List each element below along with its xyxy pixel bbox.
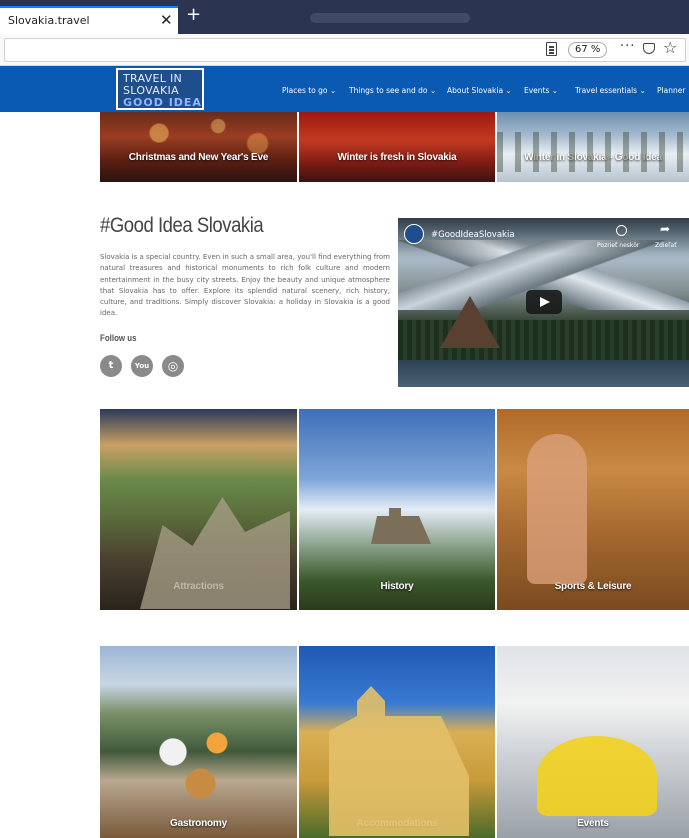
page-actions-icon[interactable]: ···: [620, 39, 635, 54]
tile-christmas[interactable]: Christmas and New Year's Eve: [100, 112, 297, 182]
blurred-tab[interactable]: [310, 13, 470, 23]
tile-label: History: [380, 581, 414, 592]
share-icon[interactable]: ➦: [660, 222, 670, 236]
nav-places-to-go[interactable]: Places to go ⌄: [282, 86, 336, 95]
instagram-icon[interactable]: ◎: [162, 355, 184, 377]
tile-accommodations[interactable]: Accommodations: [299, 646, 495, 838]
tab-title: Slovakia.travel: [8, 14, 90, 27]
nav-events[interactable]: Events ⌄: [524, 86, 558, 95]
tile-label: Attractions: [173, 581, 224, 592]
logo-line-3: GOOD IDEA: [123, 96, 202, 109]
youtube-icon[interactable]: You: [131, 355, 153, 377]
tile-label: Christmas and New Year's Eve: [128, 152, 269, 163]
tile-label: Accommodations: [356, 818, 438, 829]
video-title[interactable]: #GoodIdeaSlovakia: [431, 230, 515, 240]
tile-history[interactable]: History: [299, 409, 495, 610]
tile-winter-good-idea[interactable]: Winter in Slovakia - Good Idea: [497, 112, 689, 182]
channel-avatar[interactable]: [404, 224, 424, 244]
browser-tab[interactable]: Slovakia.travel ✕: [0, 6, 178, 34]
close-tab-icon[interactable]: ✕: [160, 11, 173, 29]
reader-view-icon[interactable]: [546, 42, 557, 56]
tile-label: Gastronomy: [170, 818, 227, 829]
nav-about-slovakia[interactable]: About Slovakia ⌄: [447, 86, 512, 95]
nav-planner[interactable]: Planner: [657, 86, 685, 95]
tile-label: Events: [577, 818, 609, 829]
watch-later-label[interactable]: Pozrieť neskôr: [597, 242, 639, 249]
intro-text: Slovakia is a special country. Even in s…: [100, 253, 390, 318]
video-lake: [398, 360, 689, 387]
video-player[interactable]: #GoodIdeaSlovakia ➦ Pozrieť neskôr Zdieľ…: [398, 218, 689, 387]
tile-winter-fresh[interactable]: Winter is fresh in Slovakia: [299, 112, 495, 182]
page-title: #Good Idea Slovakia: [100, 214, 264, 237]
new-tab-icon[interactable]: +: [186, 4, 201, 25]
play-button[interactable]: [526, 290, 562, 314]
site-logo[interactable]: TRAVEL IN SLOVAKIA GOOD IDEA: [116, 68, 204, 110]
bookmark-star-icon[interactable]: ☆: [663, 38, 677, 57]
nav-things-to-see[interactable]: Things to see and do ⌄: [349, 86, 436, 95]
tile-label: Winter is fresh in Slovakia: [337, 152, 457, 163]
video-forest: [398, 320, 689, 360]
follow-us-label: Follow us: [100, 333, 137, 343]
tile-sports-leisure[interactable]: Sports & Leisure: [497, 409, 689, 610]
nav-travel-essentials[interactable]: Travel essentials ⌄: [575, 86, 646, 95]
tile-events[interactable]: Events: [497, 646, 689, 838]
tile-label: Sports & Leisure: [554, 581, 632, 592]
tile-label: Winter in Slovakia - Good Idea: [524, 152, 662, 163]
watch-later-icon[interactable]: [616, 225, 627, 236]
zoom-level-badge[interactable]: 67 %: [568, 42, 608, 58]
twitter-icon[interactable]: t: [100, 355, 122, 377]
tile-attractions[interactable]: Attractions: [100, 409, 297, 610]
tile-gastronomy[interactable]: Gastronomy: [100, 646, 297, 838]
share-label[interactable]: Zdieľať: [655, 242, 677, 249]
